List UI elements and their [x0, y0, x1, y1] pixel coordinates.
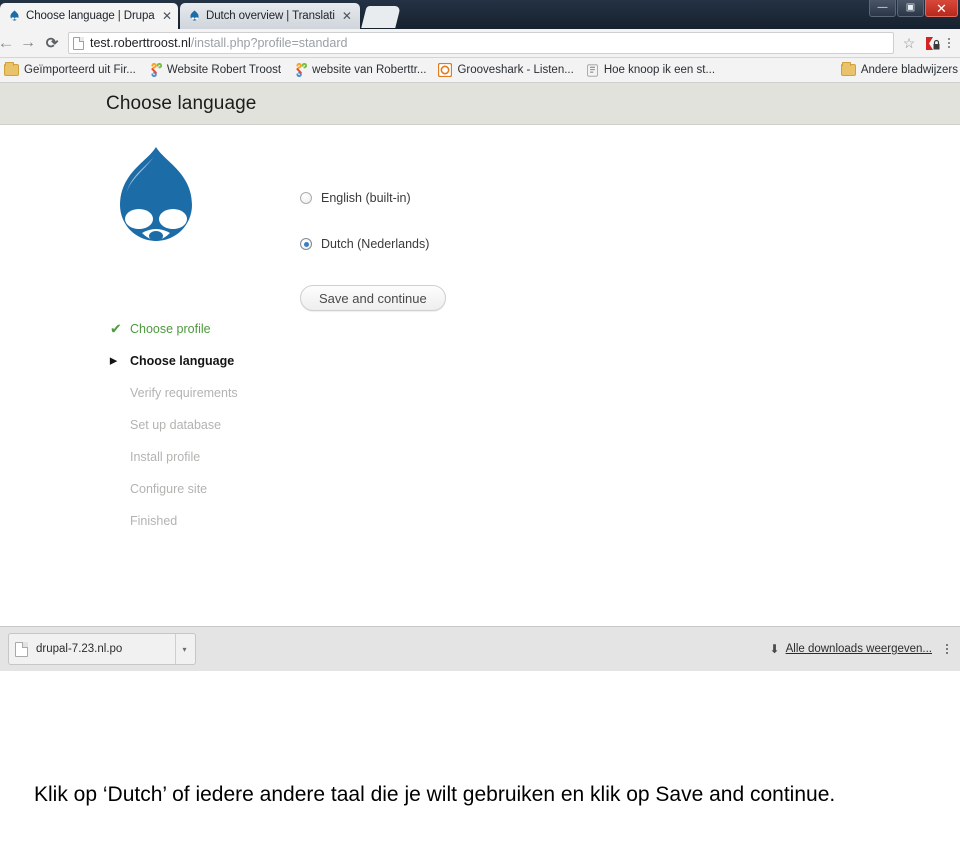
downloads-shelf-right: ⬇ Alle downloads weergeven...	[770, 642, 952, 656]
bookmark-website-robert-troost[interactable]: Website Robert Troost	[148, 63, 281, 77]
grooveshark-icon	[438, 63, 453, 77]
step-verify-requirements: Verify requirements	[110, 377, 340, 409]
step-set-up-database: Set up database	[110, 409, 340, 441]
step-label: Verify requirements	[130, 386, 238, 400]
tab-close-icon[interactable]: ✕	[162, 10, 172, 22]
step-label: Install profile	[130, 450, 201, 464]
language-label: Dutch (Nederlands)	[321, 237, 430, 251]
address-bar[interactable]: test.roberttroost.nl/install.php?profile…	[68, 32, 894, 54]
folder-icon	[840, 62, 856, 76]
step-label: Configure site	[130, 482, 208, 496]
drupal-droplet-icon	[10, 9, 19, 21]
browser-window: Choose language | Drupal ✕ Dutch overvie…	[0, 0, 960, 716]
bookmark-label: Andere bladwijzers	[860, 64, 958, 76]
bookmarks-bar: Geïmporteerd uit Fir... Website Robert T…	[0, 58, 960, 83]
close-downloads-shelf-icon[interactable]	[946, 644, 948, 654]
language-label: English (built-in)	[321, 191, 411, 205]
radio-english[interactable]	[300, 192, 312, 204]
drupal-install-body: English (built-in) Dutch (Nederlands) Sa…	[0, 125, 960, 528]
shelf-dot	[946, 652, 948, 654]
language-selection-form: English (built-in) Dutch (Nederlands) Sa…	[300, 187, 446, 311]
maximize-button[interactable]: ▣	[897, 0, 924, 17]
downloads-shelf: drupal-7.23.nl.po ▾ ⬇ Alle downloads wee…	[0, 626, 960, 671]
chrome-menu-icon[interactable]	[942, 38, 956, 48]
shelf-dot	[946, 648, 948, 650]
new-tab-button[interactable]	[361, 6, 401, 28]
download-item[interactable]: drupal-7.23.nl.po ▾	[8, 633, 196, 665]
bookmark-label: Hoe knoop ik een st...	[603, 64, 716, 76]
caret-right-icon: ▶	[110, 355, 117, 366]
caption-text: Klik op ‘Dutch’ of iedere andere taal di…	[34, 783, 836, 806]
document-icon	[15, 641, 28, 657]
step-install-profile: Install profile	[110, 441, 340, 473]
bookmark-grooveshark[interactable]: Grooveshark - Listen...	[438, 63, 574, 77]
joomla-icon	[148, 63, 162, 77]
bookmark-geimporteerd-uit-firefox[interactable]: Geïmporteerd uit Fir...	[4, 62, 136, 76]
download-file-name: drupal-7.23.nl.po	[36, 643, 123, 655]
download-arrow-icon: ⬇	[769, 642, 780, 656]
download-menu-caret-icon[interactable]: ▾	[175, 634, 193, 664]
step-choose-profile: ✔ Choose profile	[110, 313, 340, 345]
step-configure-site: Configure site	[110, 473, 340, 505]
browser-tab-choose-language[interactable]: Choose language | Drupal ✕	[0, 3, 178, 29]
caption-area: Klik op ‘Dutch’ of iedere andere taal di…	[0, 716, 960, 854]
language-option-dutch[interactable]: Dutch (Nederlands)	[300, 233, 446, 255]
page-info-icon	[73, 36, 84, 50]
reload-button-icon[interactable]: ⟳	[40, 31, 64, 55]
save-and-continue-button[interactable]: Save and continue	[300, 285, 446, 311]
minimize-button[interactable]: —	[869, 0, 896, 17]
tab-strip: Choose language | Drupal ✕ Dutch overvie…	[0, 0, 960, 29]
bookmark-website-van-roberttroost[interactable]: website van Roberttr...	[293, 63, 426, 77]
step-label: Choose language	[130, 354, 235, 368]
show-all-downloads-link[interactable]: Alle downloads weergeven...	[786, 643, 932, 655]
bookmark-other-bookmarks[interactable]: Andere bladwijzers	[840, 62, 958, 76]
drupal-droplet-icon	[190, 9, 199, 21]
check-icon: ✔	[110, 320, 122, 337]
installation-steps-list: ✔ Choose profile ▶ Choose language Verif…	[110, 313, 340, 537]
page-title: Choose language	[106, 92, 257, 114]
menu-dot	[948, 46, 950, 48]
lastpass-extension-icon[interactable]	[922, 33, 942, 53]
menu-dot	[948, 42, 950, 44]
browser-tab-dutch-overview[interactable]: Dutch overview | Translati ✕	[180, 3, 360, 29]
window-controls: — ▣ ✕	[868, 0, 958, 20]
tab-title: Dutch overview | Translati	[206, 10, 335, 22]
url-path: /install.php?profile=standard	[190, 36, 348, 50]
url-host: test.roberttroost.nl	[90, 36, 191, 50]
radio-dutch[interactable]	[300, 238, 312, 250]
shelf-dot	[946, 644, 948, 646]
step-label: Finished	[130, 514, 178, 528]
close-window-button[interactable]: ✕	[925, 0, 958, 17]
bookmark-label: Website Robert Troost	[166, 64, 282, 76]
bookmark-label: Geïmporteerd uit Fir...	[24, 64, 136, 76]
url-text: test.roberttroost.nl/install.php?profile…	[90, 36, 347, 50]
menu-dot	[948, 38, 950, 40]
language-option-english[interactable]: English (built-in)	[300, 187, 446, 209]
page-viewport: Choose language English (built-in) Dutch…	[0, 83, 960, 671]
bookmark-label: website van Roberttr...	[312, 64, 427, 76]
forward-button-icon[interactable]: →	[16, 31, 40, 55]
step-label: Set up database	[130, 418, 222, 432]
step-choose-language: ▶ Choose language	[110, 345, 340, 377]
browser-toolbar: ← → ⟳ test.roberttroost.nl/install.php?p…	[0, 29, 960, 58]
joomla-icon	[293, 63, 308, 77]
bookmark-star-icon[interactable]: ☆	[898, 32, 920, 54]
back-button-icon[interactable]: ←	[0, 31, 16, 55]
bookmark-hoe-knoop-ik-een-stropdas[interactable]: Hoe knoop ik een st...	[586, 63, 716, 77]
step-finished: Finished	[110, 505, 340, 537]
tab-close-icon[interactable]: ✕	[342, 10, 352, 22]
generic-site-icon	[586, 63, 599, 77]
bookmark-label: Grooveshark - Listen...	[457, 64, 574, 76]
folder-icon	[4, 62, 19, 76]
tab-title: Choose language | Drupal	[26, 10, 155, 22]
drupal-droplet-logo	[108, 143, 204, 258]
drupal-install-header: Choose language	[0, 83, 960, 125]
step-label: Choose profile	[130, 322, 211, 336]
